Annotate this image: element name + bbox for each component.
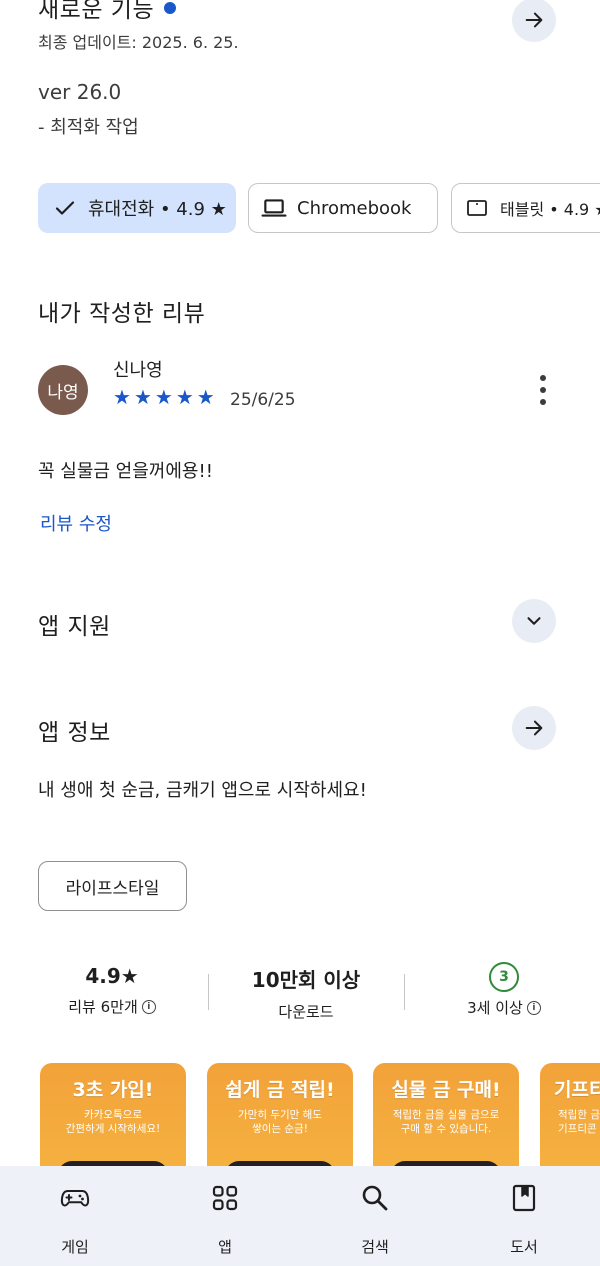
stat-downloads: 10만회 이상 다운로드 [230, 964, 382, 1022]
star-icon: ★ [196, 385, 215, 409]
stat-divider [208, 974, 209, 1010]
stat-age-label: 3세 이상 i [430, 997, 578, 1018]
tablet-icon [464, 195, 490, 221]
arrow-right-icon [525, 12, 543, 28]
age-badge: 3 [489, 962, 519, 992]
whats-new-title-row: 새로운 기능 [38, 0, 177, 24]
avatar: 나영 [38, 365, 88, 415]
update-note-text: - 최적화 작업 [38, 117, 139, 138]
chip-tablet[interactable]: 태블릿 • 4.9 ★ [451, 183, 600, 233]
screenshot-title: 3초 가입! [72, 1079, 154, 1101]
nav-item-search[interactable]: 검색 [335, 1182, 415, 1257]
book-icon [512, 1184, 536, 1212]
more-vert-icon [540, 375, 546, 381]
gamepad-icon [60, 1190, 90, 1207]
edit-review-link[interactable]: 리뷰 수정 [40, 510, 112, 536]
check-icon [52, 195, 78, 221]
stat-rating: 4.9★ 리뷰 6만개 i [38, 964, 186, 1017]
star-icon: ★ [154, 385, 173, 409]
arrow-right-icon [525, 720, 543, 736]
info-icon[interactable]: i [141, 999, 156, 1014]
my-review-heading: 내가 작성한 리뷰 [38, 301, 206, 327]
screenshot-title: 실물 금 구매! [391, 1079, 501, 1101]
app-description: 내 생애 첫 순금, 금캐기 앱으로 시작하세요! [38, 780, 367, 801]
category-chip[interactable]: 라이프스타일 [38, 861, 187, 911]
chip-tablet-label: 태블릿 • 4.9 ★ [500, 200, 600, 219]
stat-downloads-value: 10만회 이상 [251, 968, 361, 992]
app-support-title: 앱 지원 [38, 614, 111, 640]
nav-label: 앱 [218, 1238, 232, 1256]
stat-rating-label: 리뷰 6만개 i [38, 996, 186, 1017]
review-body: 꼭 실물금 얻을꺼에용!! [38, 461, 213, 482]
chip-chromebook-label: Chromebook [297, 197, 412, 219]
review-date: 25/6/25 [230, 390, 296, 410]
info-icon[interactable]: i [526, 1000, 541, 1015]
bottom-nav: 게임 앱 검색 도서 [0, 1166, 600, 1266]
nav-item-books[interactable]: 도서 [484, 1182, 564, 1257]
review-author: 신나영 [113, 360, 163, 381]
chevron-down-icon [527, 617, 541, 625]
screenshot-title: 쉽게 금 적립! [225, 1079, 335, 1101]
star-icon: ★ [113, 385, 131, 409]
laptop-icon [261, 195, 287, 221]
screenshot-subtitle: 적립한 금 기프티콘 [558, 1109, 600, 1135]
stat-divider [404, 974, 405, 1010]
nav-label: 도서 [510, 1238, 538, 1256]
screenshot-subtitle: 적립한 금을 실물 금으로 구매 할 수 있습니다. [392, 1109, 500, 1135]
new-dot [164, 2, 177, 14]
nav-label: 게임 [61, 1238, 89, 1256]
screenshot-subtitle: 가만히 두기만 해도 쌓이는 순금! [238, 1109, 322, 1135]
review-stars: ★ ★ ★ ★ ★ [113, 387, 215, 407]
nav-label: 검색 [361, 1238, 389, 1256]
nav-item-apps[interactable]: 앱 [185, 1182, 265, 1257]
app-support-expand-button[interactable] [512, 599, 556, 643]
screenshot-subtitle: 카카오톡으로 간편하게 시작하세요! [65, 1109, 161, 1135]
screenshot-title: 기프티 [554, 1079, 600, 1101]
chip-chromebook[interactable]: Chromebook [248, 183, 438, 233]
star-icon: ★ [175, 385, 194, 409]
stat-age: 3 3세 이상 i [430, 962, 578, 1018]
nav-item-games[interactable]: 게임 [35, 1182, 115, 1257]
app-info-title: 앱 정보 [38, 720, 111, 746]
category-label: 라이프스타일 [65, 878, 160, 899]
whats-new-title: 새로운 기능 [38, 0, 155, 23]
whats-new-arrow-button[interactable] [512, 0, 556, 42]
chip-phone[interactable]: 휴대전화 • 4.9 ★ [38, 183, 236, 233]
last-updated-text: 최종 업데이트: 2025. 6. 25. [38, 33, 239, 52]
stat-rating-value: 4.9★ [85, 964, 139, 988]
star-icon: ★ [133, 385, 152, 409]
search-icon [362, 1185, 388, 1211]
version-text: ver 26.0 [38, 80, 122, 104]
apps-grid-icon [212, 1185, 238, 1211]
chip-phone-label: 휴대전화 • 4.9 ★ [88, 199, 227, 220]
app-info-arrow-button[interactable] [512, 706, 556, 750]
stat-downloads-label: 다운로드 [278, 1003, 334, 1021]
avatar-text: 나영 [47, 382, 79, 403]
more-options-button[interactable] [528, 373, 558, 407]
